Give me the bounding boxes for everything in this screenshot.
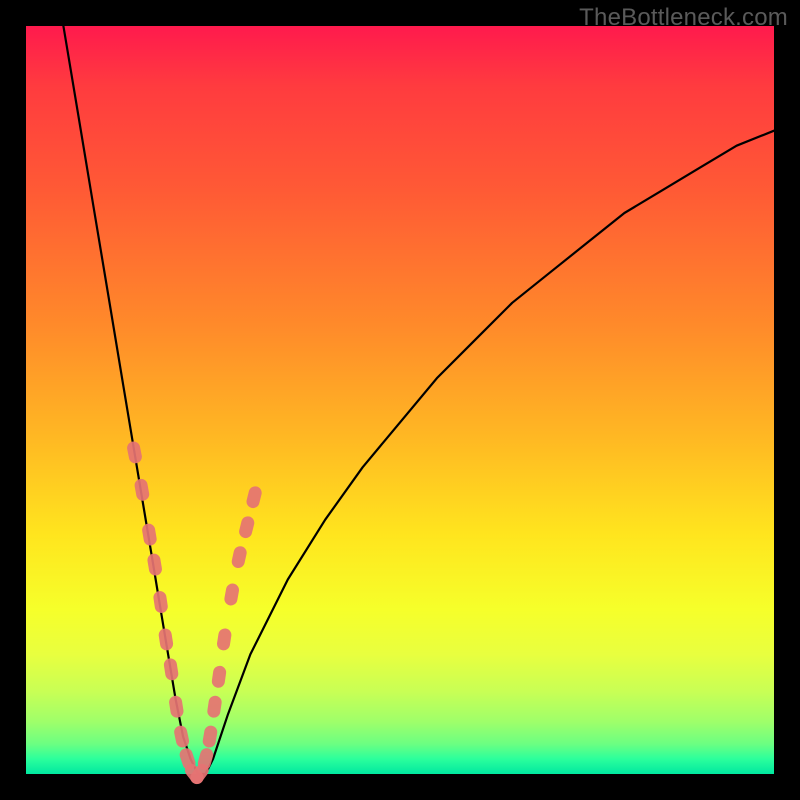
plot-area xyxy=(26,26,774,774)
watermark-text: TheBottleneck.com xyxy=(579,4,788,32)
highlight-markers xyxy=(126,440,263,786)
curve-svg xyxy=(26,26,774,774)
chart-frame: TheBottleneck.com xyxy=(0,0,800,800)
